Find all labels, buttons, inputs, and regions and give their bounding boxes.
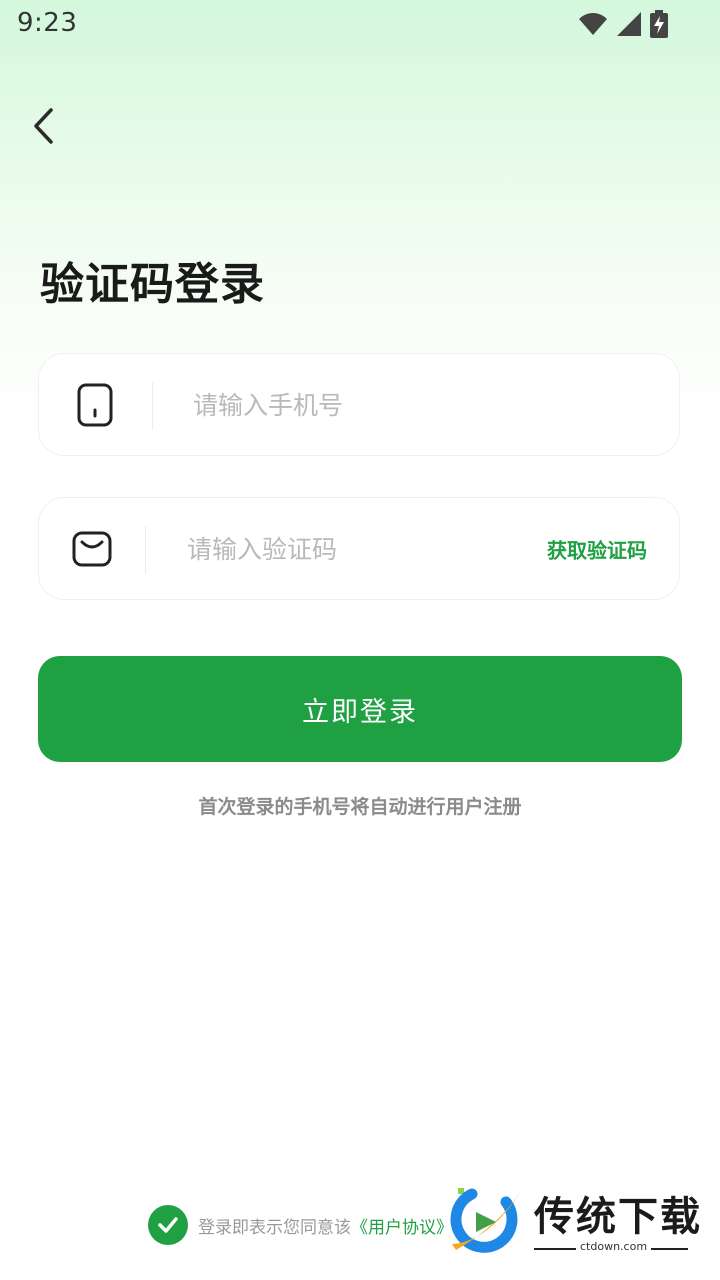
phone-field-divider bbox=[152, 382, 153, 430]
code-field[interactable]: 获取验证码 bbox=[38, 497, 680, 601]
watermark-site: ctdown.com bbox=[576, 1240, 652, 1253]
battery-charging-icon bbox=[650, 10, 668, 38]
phone-input[interactable] bbox=[191, 354, 645, 457]
phone-icon bbox=[77, 383, 113, 426]
page-title: 验证码登录 bbox=[40, 259, 265, 310]
code-input[interactable] bbox=[185, 498, 519, 601]
phone-field[interactable] bbox=[38, 353, 680, 457]
ctdown-logo-icon bbox=[450, 1188, 522, 1253]
watermark-title: 传统下载 bbox=[534, 1194, 702, 1240]
status-bar: 9:23 bbox=[0, 0, 720, 50]
login-button[interactable]: 立即登录 bbox=[38, 656, 682, 762]
watermark: 传统下载 ctdown.com bbox=[448, 1182, 700, 1262]
chevron-left-icon bbox=[34, 108, 53, 144]
wifi-icon bbox=[579, 13, 607, 35]
user-agreement-link[interactable]: 《用户协议》 bbox=[351, 1213, 453, 1238]
message-icon bbox=[72, 531, 112, 566]
agreement-text: 登录即表示您同意该 bbox=[198, 1217, 351, 1238]
back-button[interactable] bbox=[22, 102, 66, 150]
register-hint: 首次登录的手机号将自动进行用户注册 bbox=[198, 796, 522, 818]
agreement-row: 登录即表示您同意该 《用户协议》 bbox=[148, 1205, 453, 1245]
code-field-divider bbox=[145, 526, 146, 574]
check-icon bbox=[158, 1217, 178, 1233]
signal-icon bbox=[617, 12, 641, 36]
get-code-button[interactable]: 获取验证码 bbox=[547, 534, 647, 563]
status-icons bbox=[578, 10, 668, 38]
agreement-checkbox[interactable] bbox=[148, 1205, 188, 1245]
status-time: 9:23 bbox=[17, 8, 78, 38]
